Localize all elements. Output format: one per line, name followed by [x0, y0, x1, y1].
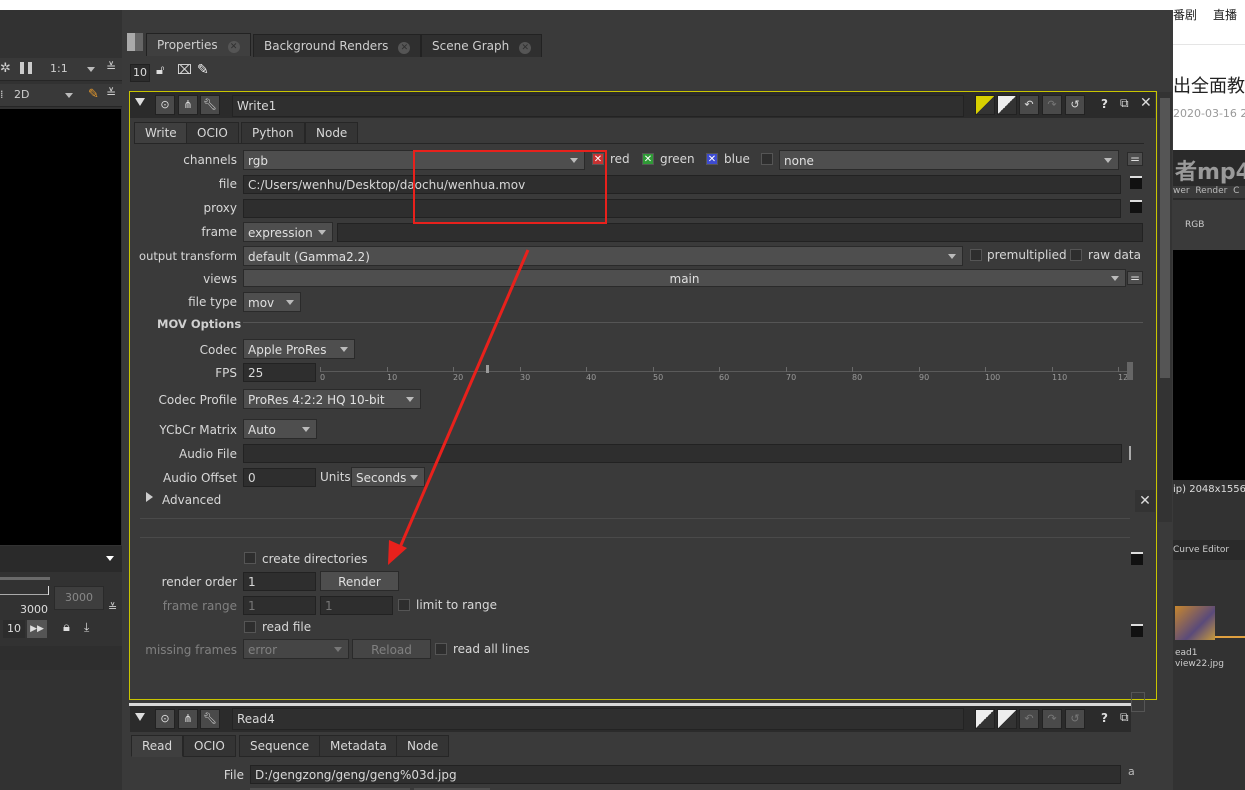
- annotation-arrow-head: [388, 540, 407, 565]
- annotation-arrow-line: [396, 249, 530, 553]
- annotation-arrow: [388, 249, 530, 565]
